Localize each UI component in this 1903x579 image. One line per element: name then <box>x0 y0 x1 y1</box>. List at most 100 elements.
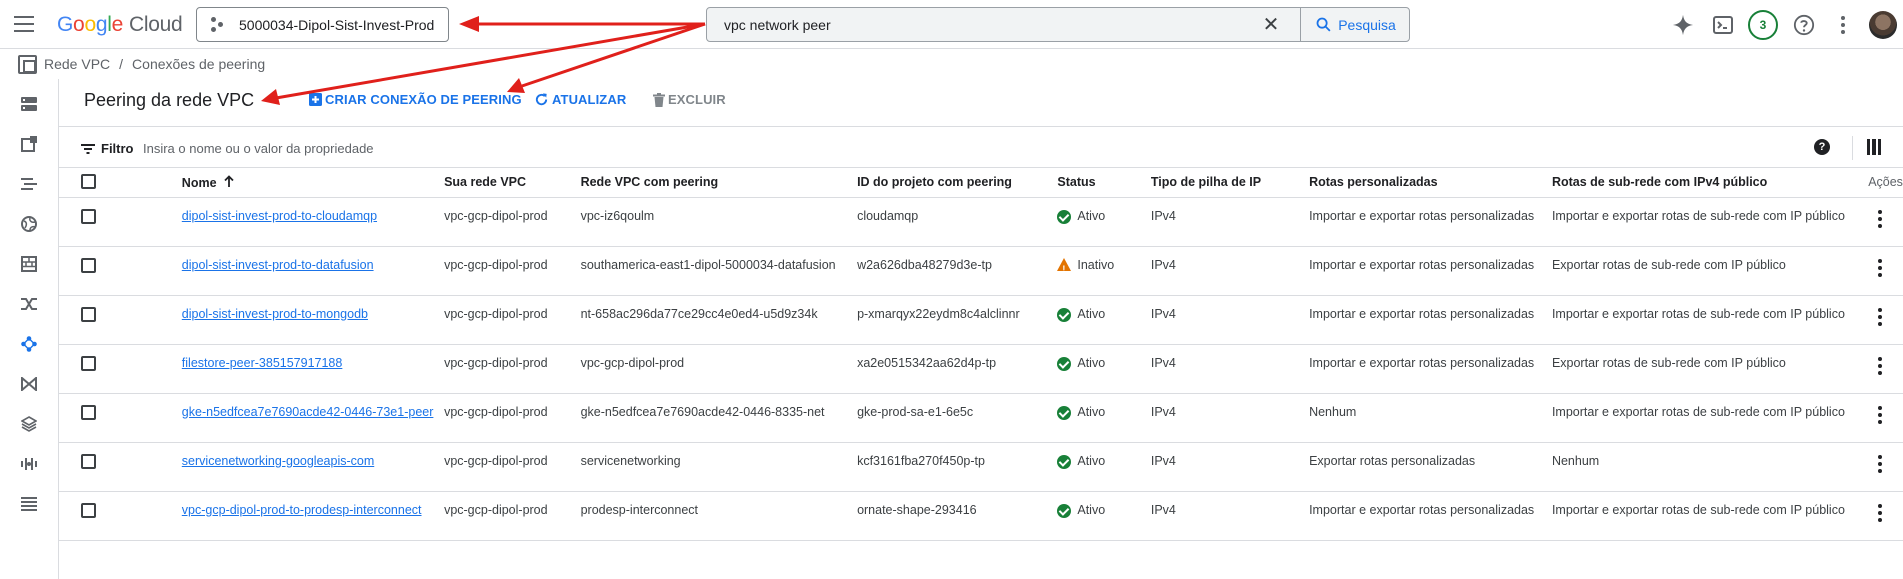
column-header-custom-routes[interactable]: Rotas personalizadas <box>1309 168 1552 198</box>
peering-name-link[interactable]: filestore-peer-385157917188 <box>182 356 343 370</box>
shared-vpc-icon[interactable] <box>20 415 38 433</box>
globe-icon[interactable] <box>20 215 38 233</box>
ip-stack-cell: IPv4 <box>1150 246 1310 296</box>
notifications-badge[interactable]: 3 <box>1748 10 1778 40</box>
search-input[interactable] <box>707 8 1259 41</box>
status-cell: Ativo <box>1057 305 1150 324</box>
table-row[interactable]: vpc-gcp-dipol-prod-to-prodesp-interconne… <box>59 491 1903 541</box>
row-checkbox[interactable] <box>81 453 96 469</box>
ip-stack-cell: IPv4 <box>1150 442 1310 492</box>
column-display-icon[interactable] <box>1867 139 1881 155</box>
peered-vpc-cell: vpc-iz6qoulm <box>580 197 858 247</box>
create-peering-button[interactable]: CRIAR CONEXÃO DE PEERING <box>309 92 522 107</box>
status-label: Ativo <box>1077 306 1106 321</box>
status-label: Inativo <box>1077 257 1115 272</box>
search-button[interactable]: Pesquisa <box>1300 7 1410 42</box>
status-label: Ativo <box>1077 355 1106 370</box>
row-checkbox[interactable] <box>81 306 96 322</box>
packet-mirroring-icon[interactable] <box>20 455 38 473</box>
peering-name-link[interactable]: gke-n5edfcea7e7690acde42-0446-73e1-peer <box>182 405 434 419</box>
ip-stack-cell: IPv4 <box>1150 197 1310 247</box>
table-row[interactable]: dipol-sist-invest-prod-to-mongodb vpc-gcp… <box>59 295 1903 345</box>
peering-name-link[interactable]: dipol-sist-invest-prod-to-mongodb <box>182 307 368 321</box>
more-vert-icon[interactable] <box>1878 209 1883 228</box>
arrow-up-icon <box>224 174 234 187</box>
cloud-shell-icon[interactable] <box>1708 10 1738 40</box>
more-vert-icon[interactable] <box>1828 10 1858 40</box>
refresh-button[interactable]: ATUALIZAR <box>534 92 626 107</box>
google-cloud-logo[interactable]: Google Cloud <box>57 13 183 37</box>
select-all-checkbox[interactable] <box>81 174 96 190</box>
menu-icon[interactable] <box>14 16 34 32</box>
avatar[interactable] <box>1869 11 1897 39</box>
peered-vpc-cell: nt-658ac296da77ce29cc4e0ed4-u5d9z34k <box>580 295 858 345</box>
firewall-icon[interactable] <box>20 255 38 273</box>
more-vert-icon[interactable] <box>1878 503 1883 522</box>
table-row[interactable]: dipol-sist-invest-prod-to-datafusion vpc-… <box>59 246 1903 296</box>
column-header-subnet-routes[interactable]: Rotas de sub-rede com IPv4 público <box>1551 168 1869 198</box>
gemini-sparkle-icon[interactable] <box>1668 10 1698 40</box>
help-icon[interactable]: ? <box>1814 139 1830 155</box>
column-header-ip-stack[interactable]: Tipo de pilha de IP <box>1150 168 1310 198</box>
vpc-peering-icon[interactable] <box>20 335 38 353</box>
status-label: Ativo <box>1077 502 1106 517</box>
table-row[interactable]: dipol-sist-invest-prod-to-cloudamqp vpc-g… <box>59 197 1903 247</box>
more-vert-icon[interactable] <box>1878 405 1883 424</box>
custom-routes-cell: Exportar rotas personalizadas <box>1309 442 1552 492</box>
filter-bar: Filtro ? <box>59 127 1903 168</box>
peering-name-link[interactable]: vpc-gcp-dipol-prod-to-prodesp-interconne… <box>182 503 422 517</box>
more-vert-icon[interactable] <box>1878 454 1883 473</box>
peer-project-cell: xa2e0515342aa62d4p-tp <box>857 344 1058 394</box>
column-header-your-vpc[interactable]: Sua rede VPC <box>444 168 581 198</box>
column-header-peer-project[interactable]: ID do projeto com peering <box>857 168 1058 198</box>
project-picker[interactable]: 5000034-Dipol-Sist-Invest-Prod <box>196 7 449 42</box>
your-vpc-cell: vpc-gcp-dipol-prod <box>444 491 581 541</box>
breadcrumb-root[interactable]: Rede VPC <box>44 56 110 72</box>
breadcrumb-current[interactable]: Conexões de peering <box>132 56 265 72</box>
help-icon[interactable] <box>1789 10 1819 40</box>
custom-routes-cell: Importar e exportar rotas personalizadas <box>1309 344 1552 394</box>
row-checkbox[interactable] <box>81 208 96 224</box>
breadcrumb: Rede VPC / Conexões de peering <box>18 54 265 74</box>
bowtie-icon[interactable] <box>20 375 38 393</box>
peering-name-link[interactable]: dipol-sist-invest-prod-to-cloudamqp <box>182 209 377 223</box>
routes-icon[interactable] <box>20 175 38 193</box>
left-nav-rail <box>0 79 59 579</box>
filter-button[interactable]: Filtro <box>81 141 134 156</box>
peering-table: Nome Sua rede VPC Rede VPC com peering I… <box>59 168 1903 541</box>
table-row[interactable]: gke-n5edfcea7e7690acde42-0446-73e1-peer v… <box>59 393 1903 443</box>
delete-button[interactable]: EXCLUIR <box>653 92 726 107</box>
row-checkbox[interactable] <box>81 502 96 518</box>
close-icon[interactable]: ✕ <box>1259 13 1283 37</box>
column-header-peered-vpc[interactable]: Rede VPC com peering <box>580 168 858 198</box>
row-checkbox[interactable] <box>81 257 96 273</box>
filter-input[interactable] <box>143 136 1043 160</box>
table-row[interactable]: servicenetworking-googleapis-com vpc-gcp-… <box>59 442 1903 492</box>
more-vert-icon[interactable] <box>1878 356 1883 375</box>
vpc-networks-icon[interactable] <box>20 95 38 113</box>
list-icon[interactable] <box>20 495 38 513</box>
your-vpc-cell: vpc-gcp-dipol-prod <box>444 246 581 296</box>
more-vert-icon[interactable] <box>1878 307 1883 326</box>
subnet-routes-cell: Exportar rotas de sub-rede com IP públic… <box>1551 246 1869 296</box>
your-vpc-cell: vpc-gcp-dipol-prod <box>444 197 581 247</box>
row-checkbox[interactable] <box>81 404 96 420</box>
more-vert-icon[interactable] <box>1878 258 1883 277</box>
peered-vpc-cell: southamerica-east1-dipol-5000034-datafus… <box>580 246 858 296</box>
search-button-label: Pesquisa <box>1338 16 1396 33</box>
check-circle-icon <box>1057 356 1072 371</box>
row-checkbox[interactable] <box>81 355 96 371</box>
ip-addresses-icon[interactable] <box>20 135 38 153</box>
column-header-name[interactable]: Nome <box>181 168 445 198</box>
peered-vpc-cell: gke-n5edfcea7e7690acde42-0446-8335-net <box>580 393 858 443</box>
table-row[interactable]: filestore-peer-385157917188 vpc-gcp-dipol… <box>59 344 1903 394</box>
breadcrumb-separator: / <box>119 56 124 72</box>
shuffle-icon[interactable] <box>20 295 38 313</box>
delete-label: EXCLUIR <box>668 92 726 107</box>
status-cell: Ativo <box>1057 501 1150 520</box>
peer-project-cell: kcf3161fba270f450p-tp <box>857 442 1058 492</box>
status-cell: Inativo <box>1057 256 1150 279</box>
peering-name-link[interactable]: servicenetworking-googleapis-com <box>182 454 374 468</box>
column-header-status[interactable]: Status <box>1057 168 1151 198</box>
peering-name-link[interactable]: dipol-sist-invest-prod-to-datafusion <box>182 258 374 272</box>
